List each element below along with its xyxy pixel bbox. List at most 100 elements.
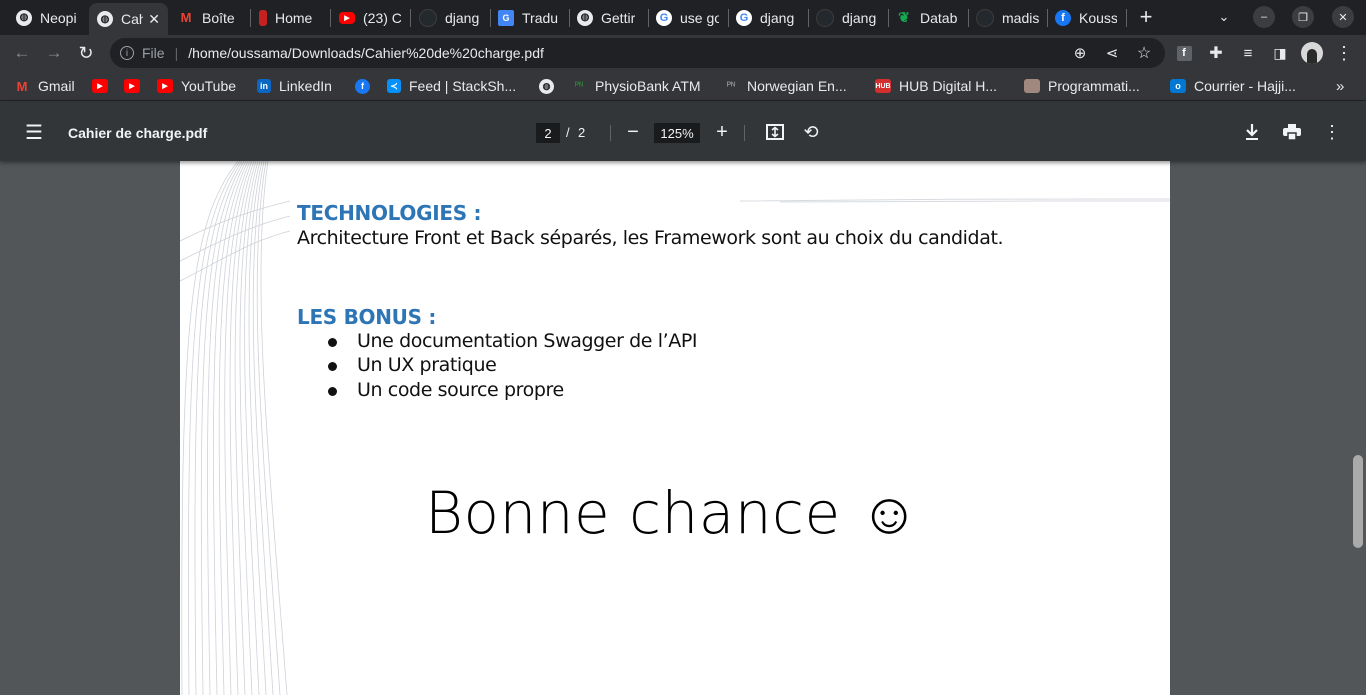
tab-6[interactable]: G Tradu bbox=[490, 4, 568, 31]
github-icon bbox=[976, 8, 994, 27]
bookmark-stackshare[interactable]: ≺ Feed | StackSh... bbox=[387, 76, 516, 96]
zoom-level-input[interactable]: 125% bbox=[654, 123, 700, 143]
bookmark-programmation[interactable]: Programmati... bbox=[1024, 76, 1140, 96]
mongodb-icon: ❦ bbox=[898, 9, 910, 25]
globe-icon: ◍ bbox=[539, 78, 554, 94]
tab-5[interactable]: djang bbox=[411, 4, 489, 31]
bookmark-globe[interactable]: ◍ bbox=[539, 76, 562, 96]
globe-icon: ◍ bbox=[97, 11, 113, 27]
reload-icon[interactable]: ↻ bbox=[74, 41, 98, 65]
github-icon bbox=[816, 8, 834, 27]
bookmark-hub-digital[interactable]: HUB HUB Digital H... bbox=[875, 76, 997, 96]
minimize-icon[interactable]: – bbox=[1253, 6, 1275, 28]
scrollbar-thumb[interactable] bbox=[1353, 455, 1363, 548]
url-text[interactable]: /home/oussama/Downloads/Cahier%20de%20ch… bbox=[188, 45, 544, 61]
back-arrow-icon[interactable]: ← bbox=[10, 41, 34, 65]
info-icon[interactable]: i bbox=[120, 46, 134, 60]
profile-avatar[interactable] bbox=[1300, 41, 1324, 65]
tab-3[interactable]: Home bbox=[251, 4, 329, 31]
google-icon: G bbox=[736, 9, 752, 26]
tab-13[interactable]: f Kouss bbox=[1047, 4, 1125, 31]
address-bar[interactable]: i File | /home/oussama/Downloads/Cahier%… bbox=[110, 38, 1165, 68]
forward-arrow-icon[interactable]: → bbox=[42, 41, 66, 65]
globe-icon: ◍ bbox=[577, 9, 593, 26]
app-icon bbox=[259, 9, 267, 26]
tab-12[interactable]: madis bbox=[968, 4, 1047, 31]
bookmark-star-icon[interactable]: ☆ bbox=[1132, 41, 1156, 65]
bookmark-norwegian[interactable]: ᴾᴺ Norwegian En... bbox=[723, 76, 847, 96]
scrollbar-track[interactable] bbox=[1350, 161, 1366, 695]
download-icon[interactable] bbox=[1241, 121, 1263, 143]
pdf-toolbar: ☰ Cahier de charge.pdf 2 / 2 − 125% + ⟲ … bbox=[0, 101, 1366, 161]
browser-menu-icon[interactable]: ⋮ bbox=[1332, 41, 1356, 65]
bookmark-physiobank[interactable]: ᴾᴺ PhysioBank ATM bbox=[571, 76, 701, 96]
gmail-icon: M bbox=[180, 10, 192, 25]
bookmarks-bar: M Gmail ▶ ▶ ▶ YouTube in LinkedIn f ≺ Fe… bbox=[0, 71, 1366, 101]
bonus-heading: LES BONUS : bbox=[297, 305, 437, 329]
page-number-input[interactable]: 2 bbox=[536, 123, 560, 143]
tab-8[interactable]: G use go bbox=[648, 4, 727, 31]
bookmarks-overflow-chevron-icon[interactable]: » bbox=[1336, 76, 1344, 96]
print-icon[interactable] bbox=[1281, 121, 1303, 143]
tab-2[interactable]: M Boîte bbox=[170, 4, 248, 31]
image-icon bbox=[1024, 79, 1040, 93]
bookmark-gmail[interactable]: M Gmail bbox=[14, 76, 75, 96]
bookmark-label: Programmati... bbox=[1048, 78, 1140, 94]
rotate-icon[interactable]: ⟲ bbox=[800, 121, 822, 143]
menu-hamburger-icon[interactable]: ☰ bbox=[23, 121, 45, 144]
restore-icon[interactable]: ❐ bbox=[1292, 6, 1314, 28]
facebook-extension-icon[interactable]: f bbox=[1172, 41, 1196, 65]
share-icon[interactable]: ⋖ bbox=[1100, 41, 1124, 65]
navigation-toolbar: ← → ↻ i File | /home/oussama/Downloads/C… bbox=[0, 35, 1366, 71]
translate-icon: G bbox=[498, 9, 514, 26]
zoom-icon[interactable]: ⊕ bbox=[1068, 41, 1092, 65]
bookmark-facebook[interactable]: f bbox=[355, 76, 378, 96]
tab-4[interactable]: ▶ (23) C bbox=[331, 4, 409, 31]
globe-icon: ◍ bbox=[16, 9, 32, 26]
zoom-out-minus-icon[interactable]: − bbox=[622, 121, 644, 143]
tab-0[interactable]: ◍ Neopi bbox=[8, 4, 86, 31]
new-tab-plus-icon[interactable]: + bbox=[1135, 4, 1157, 29]
youtube-icon: ▶ bbox=[92, 79, 108, 93]
close-tab-icon[interactable]: ✕ bbox=[144, 11, 160, 28]
tab-title: use go bbox=[680, 9, 719, 26]
closing-message: Bonne chance ☺ bbox=[425, 479, 920, 547]
tab-1-active[interactable]: ◍ Cahi ✕ bbox=[89, 3, 168, 35]
tab-title: Boîte bbox=[202, 9, 235, 26]
tab-title: madis bbox=[1002, 9, 1039, 26]
tab-title: djang bbox=[842, 9, 877, 26]
github-icon bbox=[419, 8, 437, 27]
fit-to-page-icon[interactable] bbox=[764, 121, 786, 143]
technologies-text: Architecture Front et Back séparés, les … bbox=[297, 227, 1004, 249]
tab-10[interactable]: djang bbox=[808, 4, 887, 31]
outlook-icon: o bbox=[1170, 79, 1186, 93]
tab-search-chevron-down-icon[interactable]: ⌄ bbox=[1213, 6, 1235, 28]
facebook-icon: f bbox=[355, 78, 370, 94]
tab-title: Tradu bbox=[522, 9, 559, 26]
google-icon: G bbox=[656, 9, 672, 26]
physionet-icon: ᴾᴺ bbox=[726, 80, 736, 92]
tab-title: (23) C bbox=[363, 9, 401, 26]
bookmark-linkedin[interactable]: in LinkedIn bbox=[257, 76, 332, 96]
youtube-icon: ▶ bbox=[157, 79, 173, 93]
media-queue-icon[interactable]: ≡ bbox=[1236, 41, 1260, 65]
close-window-icon[interactable]: ✕ bbox=[1332, 6, 1354, 28]
bookmark-youtube[interactable]: ▶ YouTube bbox=[157, 76, 236, 96]
bookmark-courrier[interactable]: o Courrier - Hajji... bbox=[1170, 76, 1296, 96]
list-item: Un UX pratique bbox=[357, 354, 497, 376]
youtube-icon: ▶ bbox=[339, 11, 355, 24]
tab-title: djang bbox=[445, 9, 480, 26]
linkedin-icon: in bbox=[257, 79, 271, 93]
tab-11[interactable]: ❦ Datab bbox=[888, 4, 967, 31]
bookmark-label: Courrier - Hajji... bbox=[1194, 78, 1296, 94]
more-options-icon[interactable]: ⋮ bbox=[1321, 121, 1343, 143]
tab-7[interactable]: ◍ Gettir bbox=[569, 4, 647, 31]
side-panel-icon[interactable]: ◨ bbox=[1268, 41, 1292, 65]
tab-9[interactable]: G djang bbox=[728, 4, 807, 31]
bookmark-youtube-1[interactable]: ▶ bbox=[92, 76, 116, 96]
bookmark-youtube-2[interactable]: ▶ bbox=[124, 76, 148, 96]
zoom-in-plus-icon[interactable]: + bbox=[711, 121, 733, 143]
extensions-puzzle-icon[interactable]: ✚ bbox=[1204, 41, 1228, 65]
stackshare-icon: ≺ bbox=[387, 79, 401, 93]
tab-title: Kouss bbox=[1079, 9, 1117, 26]
